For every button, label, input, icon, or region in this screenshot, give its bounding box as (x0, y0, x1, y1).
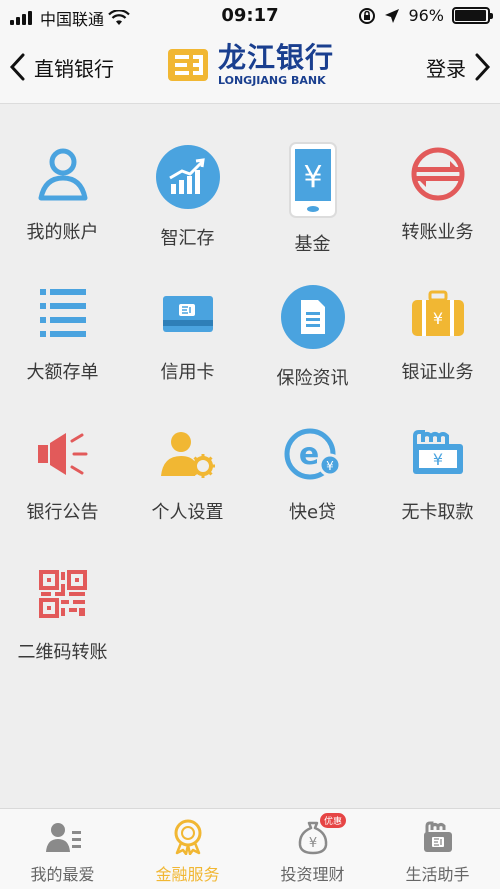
svg-text:¥: ¥ (308, 836, 316, 851)
back-label: 直销银行 (34, 56, 114, 81)
user-icon (27, 144, 99, 204)
grid-item-credit-card[interactable]: 信用卡 (125, 244, 250, 384)
document-icon (277, 284, 349, 350)
grid-item-label: 无卡取款 (401, 502, 474, 523)
grid-item-label: 银证业务 (401, 362, 474, 383)
login-button[interactable]: 登录 (426, 52, 492, 82)
favorites-icon (43, 819, 83, 855)
bank-emblem-icon (168, 49, 208, 81)
grid-item-label: 银行公告 (26, 502, 99, 523)
grid-item-bank-announcement[interactable]: 银行公告 (0, 384, 125, 524)
grid-item-personal-settings[interactable]: 个人设置 (125, 384, 250, 524)
grid-item-transfer[interactable]: 转账业务 (375, 104, 500, 244)
tab-label: 投资理财 (280, 865, 345, 884)
battery-icon (452, 7, 493, 24)
promo-badge: 优惠 (320, 813, 347, 828)
chart-growth-icon (152, 144, 224, 210)
tab-investment[interactable]: ¥ 优惠 投资理财 (250, 809, 375, 889)
grid-item-label: 转账业务 (401, 222, 474, 243)
cardless-withdraw-icon: ¥ (402, 424, 474, 484)
status-right: 96% (358, 6, 493, 25)
bank-logo: 龙江银行 LONGJIANG BANK (166, 44, 334, 86)
grid-item-smart-deposit[interactable]: 智汇存 (125, 104, 250, 249)
grid-item-label: 个人设置 (151, 502, 224, 523)
grid-item-large-cd[interactable]: 大额存单 (0, 244, 125, 384)
qr-code-icon (27, 564, 99, 624)
status-bar: 中国联通 09:17 96% (0, 0, 500, 32)
svg-text:¥: ¥ (432, 450, 442, 469)
grid-item-my-account[interactable]: 我的账户 (0, 104, 125, 244)
tab-label: 生活助手 (405, 865, 470, 884)
grid-item-insurance-info[interactable]: 保险资讯 (250, 244, 375, 389)
grid-item-label: 信用卡 (160, 362, 215, 383)
grid-item-label: 快e贷 (288, 502, 337, 523)
megaphone-icon (27, 424, 99, 484)
briefcase-icon: ¥ (402, 284, 474, 344)
credit-card-icon (152, 284, 224, 344)
tab-favorites[interactable]: 我的最爱 (0, 809, 125, 889)
grid-item-qr-transfer[interactable]: 二维码转账 (0, 524, 125, 664)
chevron-right-icon (475, 53, 491, 81)
grid-item-label: 大额存单 (26, 362, 99, 383)
life-assistant-icon (418, 819, 458, 855)
chevron-left-icon (9, 53, 25, 81)
tab-label: 金融服务 (155, 865, 220, 884)
user-settings-icon (152, 424, 224, 484)
grid-item-label: 我的账户 (26, 222, 99, 243)
transfer-icon (402, 144, 474, 204)
svg-text:¥: ¥ (303, 160, 322, 195)
nav-bar: 直销银行 龙江银行 LONGJIANG BANK 登录 (0, 32, 500, 104)
grid-item-cardless-withdrawal[interactable]: ¥ 无卡取款 (375, 384, 500, 524)
grid-item-quick-e-loan[interactable]: e ¥ 快e贷 (250, 384, 375, 524)
grid-item-bank-securities[interactable]: ¥ 银证业务 (375, 244, 500, 384)
grid-item-label: 二维码转账 (17, 642, 108, 663)
e-loan-icon: e ¥ (277, 424, 349, 484)
rotation-lock-icon (359, 7, 376, 24)
battery-percent: 96% (408, 6, 444, 25)
login-label: 登录 (426, 56, 466, 81)
svg-text:¥: ¥ (432, 309, 442, 328)
svg-text:¥: ¥ (326, 459, 334, 473)
tab-life-assistant[interactable]: 生活助手 (375, 809, 500, 889)
tab-label: 我的最爱 (30, 865, 95, 884)
list-icon (27, 284, 99, 344)
svg-text:e: e (298, 437, 318, 472)
tab-bar: 我的最爱 金融服务 ¥ 优惠 投资理财 生活助手 (0, 808, 500, 889)
phone-yuan-icon: ¥ (277, 142, 349, 218)
tab-finance-service[interactable]: 金融服务 (125, 809, 250, 889)
grid-item-fund[interactable]: ¥ 基金 (250, 104, 375, 255)
back-button[interactable]: 直销银行 (8, 52, 114, 82)
finance-service-icon (168, 819, 208, 855)
brand-name-en: LONGJIANG BANK (218, 74, 326, 87)
brand-name-cn: 龙江银行 (218, 41, 335, 74)
location-icon (385, 8, 400, 23)
